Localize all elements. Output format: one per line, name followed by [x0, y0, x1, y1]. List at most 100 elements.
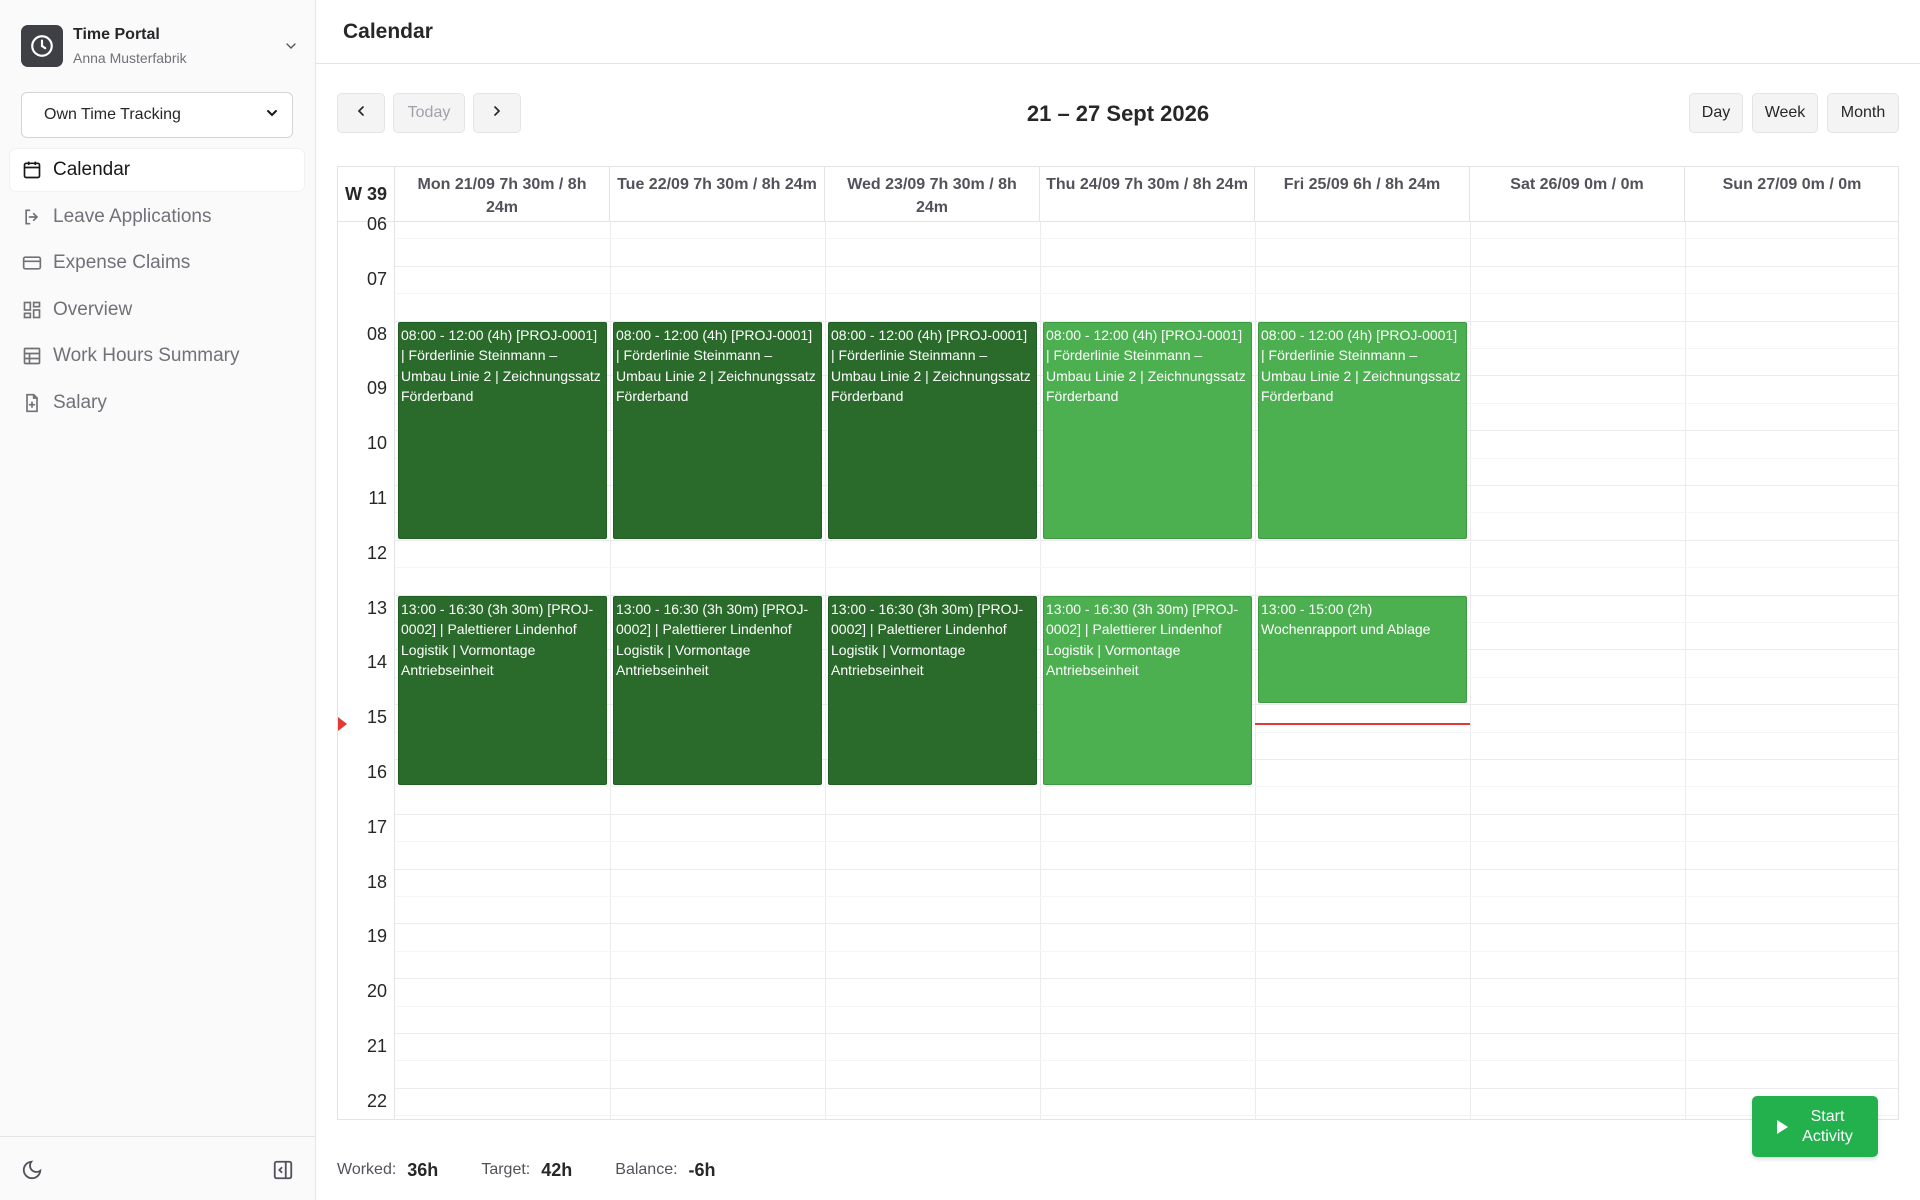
calendar-event[interactable]: 08:00 - 12:00 (4h) [PROJ-0001] | Förderl…	[398, 321, 607, 539]
sidebar-item-work-hours-summary[interactable]: Work Hours Summary	[10, 335, 304, 377]
hour-label: 08	[366, 323, 387, 344]
sidebar-footer	[0, 1136, 316, 1200]
hour-gridline	[395, 265, 1898, 267]
day-header[interactable]: Wed 23/09 7h 30m / 8h 24m	[825, 167, 1040, 222]
sidebar-item-label: Work Hours Summary	[53, 345, 240, 366]
grid-icon	[22, 300, 42, 320]
clock-icon	[21, 25, 63, 67]
day-header[interactable]: Fri 25/09 6h / 8h 24m	[1255, 167, 1470, 222]
document-icon	[22, 393, 42, 413]
hour-gridline	[395, 978, 1898, 980]
calendar-event[interactable]: 13:00 - 16:30 (3h 30m) [PROJ-0002] | Pal…	[828, 595, 1037, 786]
hour-label: 20	[366, 981, 387, 1002]
tracking-mode-value: Own Time Tracking	[44, 106, 181, 123]
day-column-divider	[610, 222, 611, 1119]
day-header[interactable]: Sat 26/09 0m / 0m	[1470, 167, 1685, 222]
hour-label: 21	[366, 1036, 387, 1056]
view-month-button[interactable]: Month	[1827, 93, 1899, 133]
calendar-event[interactable]: 08:00 - 12:00 (4h) [PROJ-0001] | Förderl…	[613, 321, 822, 539]
credit-card-icon	[22, 253, 42, 273]
sidebar-item-salary[interactable]: Salary	[10, 382, 304, 424]
calendar-event[interactable]: 13:00 - 15:00 (2h) Wochenrapport und Abl…	[1258, 595, 1467, 704]
today-button[interactable]: Today	[393, 93, 465, 133]
time-axis: 06 07 08 09 10 11 12 13 14 15 16 17 18 19 20 21 22	[338, 214, 395, 1119]
sidebar-item-calendar[interactable]: Calendar	[10, 149, 304, 191]
current-time-marker	[338, 717, 347, 732]
day-column-divider	[1040, 222, 1041, 1119]
sidebar-item-label: Leave Applications	[53, 205, 212, 227]
half-hour-gridline	[395, 567, 1898, 569]
user-name: Anna Musterfabrik	[73, 49, 187, 66]
sidebar: Time Portal Anna Musterfabrik Own Time T…	[0, 0, 316, 1200]
day-column-divider	[1255, 222, 1256, 1119]
week-calendar: W 39 Mon 21/09 7h 30m / 8h 24m Tue 22/09 …	[337, 166, 1899, 1120]
sidebar-item-expense-claims[interactable]: Expense Claims	[10, 242, 304, 284]
balance-label: Balance:	[615, 1161, 678, 1178]
hour-gridline	[395, 1087, 1898, 1089]
half-hour-gridline	[395, 1115, 1898, 1117]
sidebar-nav: Calendar Leave Applications Expense Clai…	[10, 149, 304, 428]
calendar-event[interactable]: 08:00 - 12:00 (4h) [PROJ-0001] | Förderl…	[1258, 321, 1467, 539]
tracking-mode-select[interactable]: Own Time Tracking	[21, 92, 293, 138]
day-column-divider	[1470, 222, 1471, 1119]
worked-value: 36h	[407, 1159, 439, 1180]
chevron-down-icon[interactable]	[279, 34, 303, 58]
next-week-button[interactable]	[473, 93, 521, 133]
calendar-event[interactable]: 13:00 - 16:30 (3h 30m) [PROJ-0002] | Pal…	[1043, 595, 1252, 786]
hour-label: 17	[366, 816, 387, 837]
chevron-right-icon	[489, 103, 505, 124]
hour-label: 15	[366, 707, 387, 728]
start-activity-button[interactable]: Start Activity	[1752, 1096, 1878, 1157]
hour-label: 13	[366, 597, 387, 618]
view-week-button[interactable]: Week	[1752, 93, 1818, 133]
hour-label: 16	[366, 762, 387, 782]
date-range-title: 21 – 27 Sept 2026	[1026, 101, 1210, 126]
half-hour-gridline	[395, 841, 1898, 843]
calendar-event[interactable]: 13:00 - 16:30 (3h 30m) [PROJ-0002] | Pal…	[613, 595, 822, 786]
hour-label: 12	[366, 542, 387, 563]
moon-icon[interactable]	[21, 1159, 43, 1181]
hour-label: 07	[366, 268, 387, 289]
half-hour-gridline	[395, 238, 1898, 240]
view-day-button[interactable]: Day	[1689, 93, 1743, 133]
sidebar-item-label: Salary	[53, 391, 107, 413]
half-hour-gridline	[395, 1060, 1898, 1062]
day-header[interactable]: Sun 27/09 0m / 0m	[1685, 167, 1898, 222]
current-time-line	[1255, 723, 1470, 726]
sidebar-collapse-icon[interactable]	[272, 1159, 294, 1181]
hour-gridline	[395, 923, 1898, 925]
day-header[interactable]: Tue 22/09 7h 30m / 8h 24m	[610, 167, 825, 222]
calendar-event[interactable]: 13:00 - 16:30 (3h 30m) [PROJ-0002] | Pal…	[398, 595, 607, 786]
hour-gridline	[395, 539, 1898, 541]
calendar-icon	[22, 160, 42, 180]
half-hour-gridline	[395, 1005, 1898, 1007]
chevron-down-icon	[264, 105, 280, 126]
calendar-event[interactable]: 08:00 - 12:00 (4h) [PROJ-0001] | Förderl…	[828, 321, 1037, 539]
hour-gridline	[395, 813, 1898, 815]
workspace-switcher[interactable]: Time Portal Anna Musterfabrik	[21, 23, 303, 69]
sidebar-item-label: Overview	[53, 298, 133, 320]
calendar-event[interactable]: 08:00 - 12:00 (4h) [PROJ-0001] | Förderl…	[1043, 321, 1252, 539]
play-icon	[1777, 1119, 1789, 1134]
hour-label: 06	[366, 214, 387, 234]
page-title: Calendar	[343, 20, 433, 43]
hour-label: 22	[366, 1090, 387, 1111]
day-header[interactable]: Mon 21/09 7h 30m / 8h 24m	[395, 167, 610, 222]
sidebar-item-leave-applications[interactable]: Leave Applications	[10, 196, 304, 238]
sidebar-item-label: Expense Claims	[53, 252, 191, 273]
hour-label: 10	[366, 433, 387, 454]
previous-week-button[interactable]	[337, 93, 385, 133]
day-column-divider	[1685, 222, 1686, 1119]
leave-icon	[22, 207, 42, 227]
app-title: Time Portal	[73, 25, 160, 43]
sidebar-item-overview[interactable]: Overview	[10, 289, 304, 331]
page-header: Calendar	[316, 0, 1920, 64]
hour-gridline	[395, 1033, 1898, 1034]
half-hour-gridline	[395, 786, 1898, 788]
day-header[interactable]: Thu 24/09 7h 30m / 8h 24m	[1040, 167, 1255, 222]
calendar-toolbar: Today 21 – 27 Sept 2026 Day Week Month	[337, 93, 1899, 133]
target-value: 42h	[541, 1159, 573, 1180]
balance-value: -6h	[688, 1159, 716, 1180]
worked-label: Worked:	[337, 1161, 397, 1178]
hour-label: 09	[366, 378, 387, 399]
